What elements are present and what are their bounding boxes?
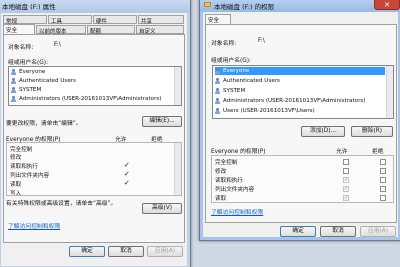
tab-customize[interactable]: 自定义 — [136, 25, 184, 35]
object-name-label: 对象名称: — [211, 41, 237, 47]
permission-read-execute: 读取和执行 — [215, 178, 243, 184]
list-item[interactable]: Users (USER-20161013VF\Users) — [215, 107, 385, 115]
add-user-button[interactable]: 添加(D)... — [301, 126, 345, 137]
user-group-icon — [215, 78, 221, 84]
user-name: SYSTEM — [223, 88, 246, 94]
permission-header: Everyone 的权限(P) — [211, 149, 266, 155]
permission-list-folder: 列出文件夹内容 — [10, 173, 50, 179]
user-name: Authenticated Users — [223, 78, 280, 84]
access-control-help-link[interactable]: 了解访问控制和权限 — [8, 221, 60, 230]
permission-list-folder: 列出文件夹内容 — [215, 187, 255, 193]
deny-checkbox-modify[interactable] — [380, 168, 386, 174]
deny-header: 拒绝 — [372, 149, 384, 155]
permission-read-execute: 读取和执行 — [10, 164, 38, 170]
edit-button[interactable]: 编辑(E)... — [142, 116, 182, 127]
permissions-content: 安全 对象名称: F:\ 组或用户名(G): Everyone Authenti… — [203, 12, 398, 237]
user-group-icon — [11, 69, 17, 75]
close-icon[interactable]: ✕ — [374, 0, 400, 10]
remove-user-button[interactable]: 删除(R) — [351, 126, 393, 137]
properties-window: 本地磁盘 (F:) 属性 常规 工具 硬件 共享 安全 以前的版本 配额 自定义… — [0, 0, 191, 267]
advanced-hint: 有关特殊权限或高级设置，请单击“高级”。 — [6, 201, 117, 207]
tab-sharing[interactable]: 共享 — [138, 15, 184, 25]
user-name: Everyone — [223, 68, 250, 74]
user-group-icon — [11, 87, 17, 93]
allow-checkmark: ✓ — [124, 179, 130, 187]
object-name-label: 对象名称: — [8, 45, 34, 51]
permission-write: 写入 — [10, 191, 22, 196]
ok-button[interactable]: 确定 — [280, 226, 316, 237]
permission-list: 完全控制 修改 读取和执行 列出文件夹内容 读取 写入 ✓ ✓ ✓ — [6, 142, 182, 196]
advanced-button[interactable]: 高级(V) — [142, 203, 182, 214]
allow-checkmark: ✓ — [124, 170, 130, 178]
cancel-button[interactable]: 取消 — [320, 226, 356, 237]
tab-tools[interactable]: 工具 — [48, 15, 92, 25]
tab-previous-versions[interactable]: 以前的版本 — [36, 25, 86, 35]
group-user-label: 组或用户名(G): — [8, 60, 48, 66]
user-list-scrollbar[interactable] — [386, 66, 393, 118]
permission-read: 读取 — [10, 182, 22, 188]
allow-checkmark: ✓ — [124, 161, 130, 169]
list-item[interactable]: SYSTEM — [215, 87, 385, 95]
deny-checkbox-full-control[interactable] — [380, 159, 386, 165]
permission-modify: 修改 — [215, 169, 227, 175]
properties-title-bar[interactable]: 本地磁盘 (F:) 属性 — [0, 0, 190, 13]
allow-checkbox-read[interactable]: ✓ — [343, 195, 349, 201]
allow-checkbox-full-control[interactable] — [343, 159, 349, 165]
properties-content: 常规 工具 硬件 共享 安全 以前的版本 配额 自定义 对象名称: F:\ 组或… — [1, 13, 187, 266]
list-item[interactable]: Authenticated Users — [11, 77, 173, 85]
user-name: SYSTEM — [19, 87, 42, 93]
allow-checkbox-modify[interactable] — [343, 168, 349, 174]
apply-button[interactable]: 应用(A) — [147, 246, 183, 257]
list-item[interactable]: Everyone — [11, 68, 173, 76]
user-group-icon — [11, 78, 17, 84]
user-group-icon — [11, 96, 17, 102]
object-name-value: F:\ — [54, 42, 61, 48]
security-panel: 对象名称: F:\ 组或用户名(G): Everyone Authenticat… — [3, 34, 185, 243]
permission-list: 完全控制 修改 读取和执行 列出文件夹内容 读取 ✓ ✓ ✓ — [211, 155, 394, 203]
user-name: Administrators (USER-20161013VF\Administ… — [19, 96, 162, 102]
permissions-panel: 对象名称: F:\ 组或用户名(G): Everyone Authenticat… — [205, 24, 397, 223]
ok-button[interactable]: 确定 — [69, 246, 105, 257]
allow-checkbox-read-execute[interactable]: ✓ — [343, 177, 349, 183]
deny-checkbox-read[interactable] — [380, 195, 386, 201]
permissions-title-bar[interactable]: 本地磁盘 (F:) 的权限 ✕ — [200, 0, 400, 12]
apply-button[interactable]: 应用(A) — [360, 226, 396, 237]
cancel-button[interactable]: 取消 — [108, 246, 144, 257]
user-group-icon — [215, 98, 221, 104]
list-item[interactable]: Authenticated Users — [215, 77, 385, 85]
user-group-icon — [215, 88, 221, 94]
access-control-help-link[interactable]: 了解访问控制和权限 — [211, 207, 263, 216]
list-item[interactable]: Administrators (USER-20161013VF\Administ… — [215, 97, 385, 105]
deny-checkbox-read-execute[interactable] — [380, 177, 386, 183]
permissions-title: 本地磁盘 (F:) 的权限 — [214, 3, 275, 11]
tab-hardware[interactable]: 硬件 — [93, 15, 137, 25]
user-group-icon — [215, 68, 221, 74]
object-name-value: F:\ — [258, 38, 265, 44]
user-list[interactable]: Everyone Authenticated Users SYSTEM Admi… — [212, 65, 394, 119]
change-permission-hint: 要更改权限，请单击“编辑”。 — [6, 121, 82, 127]
tab-quota[interactable]: 配额 — [87, 25, 135, 35]
user-name: Everyone — [19, 69, 46, 75]
permission-list-scrollbar[interactable] — [174, 143, 181, 195]
user-name: Administrators (USER-20161013VF\Administ… — [223, 98, 366, 104]
user-group-icon — [215, 108, 221, 114]
allow-checkbox-list-folder[interactable]: ✓ — [343, 186, 349, 192]
group-user-label: 组或用户名(G): — [211, 58, 251, 64]
list-item-selected[interactable]: Everyone — [215, 67, 385, 75]
user-name: Authenticated Users — [19, 78, 76, 84]
list-item[interactable]: SYSTEM — [11, 86, 173, 94]
permissions-window: 本地磁盘 (F:) 的权限 ✕ 安全 对象名称: F:\ 组或用户名(G): E… — [199, 0, 400, 241]
list-item[interactable]: Administrators (USER-20161013VF\Administ… — [11, 95, 173, 103]
tab-general[interactable]: 常规 — [3, 15, 47, 25]
user-list-scrollbar[interactable] — [174, 67, 181, 105]
permission-modify: 修改 — [10, 155, 22, 161]
permission-full-control: 完全控制 — [215, 160, 238, 166]
deny-checkbox-list-folder[interactable] — [380, 186, 386, 192]
user-list[interactable]: Everyone Authenticated Users SYSTEM Admi… — [8, 66, 182, 106]
folder-icon — [204, 2, 211, 7]
permission-read: 读取 — [215, 196, 227, 202]
user-name: Users (USER-20161013VF\Users) — [223, 108, 315, 114]
allow-header: 允许 — [336, 149, 348, 155]
properties-title: 本地磁盘 (F:) 属性 — [2, 3, 56, 11]
